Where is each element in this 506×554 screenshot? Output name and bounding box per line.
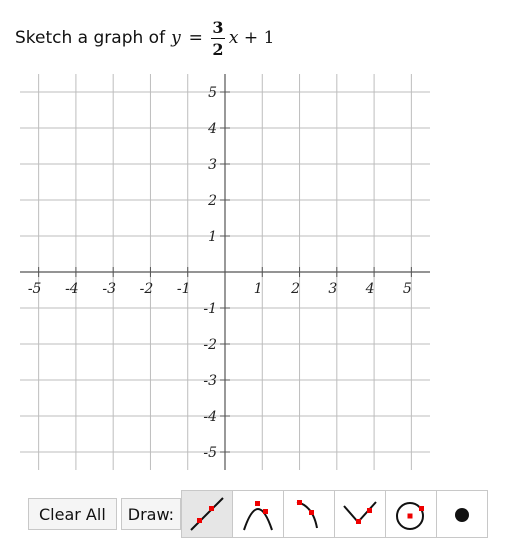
plus-sign: + xyxy=(243,28,259,48)
fraction-numerator: 3 xyxy=(212,17,224,37)
x-tick-label: -3 xyxy=(102,281,116,297)
y-tick-label: 1 xyxy=(208,229,217,245)
curve-tool-button[interactable] xyxy=(283,491,335,537)
curve-tool-icon xyxy=(296,500,319,529)
x-tick-label: -5 xyxy=(28,281,42,297)
equals-sign: = xyxy=(188,28,203,48)
y-tick-label: 2 xyxy=(207,193,217,209)
constant-term: 1 xyxy=(263,28,275,48)
x-tick-label: 2 xyxy=(290,281,300,297)
y-tick-label: 5 xyxy=(208,85,217,101)
y-tick-label: 4 xyxy=(207,121,217,137)
point-tool-button[interactable] xyxy=(436,491,488,537)
x-tick-label: -1 xyxy=(177,281,191,297)
draw-tools xyxy=(181,490,489,538)
x-tick-label: -2 xyxy=(140,281,154,297)
prompt-text: Sketch a graph of xyxy=(15,28,166,48)
x-tick-label: 4 xyxy=(365,281,375,297)
fraction: 3 2 xyxy=(210,17,225,59)
equation-rest: x + 1 xyxy=(229,28,274,48)
x-tick-label: 1 xyxy=(254,281,263,297)
circle-tool-button[interactable] xyxy=(385,491,437,537)
fraction-bar xyxy=(210,37,225,39)
axes xyxy=(20,74,430,470)
circle-tool-icon xyxy=(396,502,425,530)
parabola-tool-icon xyxy=(243,501,274,531)
absolute-value-tool-icon xyxy=(343,501,377,524)
y-tick-label: -4 xyxy=(203,409,217,425)
x-tick-label: 3 xyxy=(328,281,337,297)
x-variable: x xyxy=(228,28,239,48)
graph-toolbar: Clear All Draw: xyxy=(28,489,489,539)
problem-prompt: Sketch a graph of y = 3 2 x + 1 xyxy=(15,10,274,66)
y-variable: y xyxy=(171,28,181,48)
tick-labels: -5 -4 -3 -2 -1 1 2 3 4 5 5 4 3 2 1 -1 -2 -3 -4 -5 xyxy=(28,85,412,461)
graph-canvas[interactable]: -5 -4 -3 -2 -1 1 2 3 4 5 5 4 3 2 1 -1 -2 -3 -4 -5 xyxy=(0,60,506,485)
point-tool-icon xyxy=(455,508,470,522)
line-tool-icon xyxy=(190,497,224,531)
draw-label: Draw: xyxy=(120,498,182,530)
fraction-denominator: 2 xyxy=(212,39,224,59)
line-tool-button[interactable] xyxy=(182,491,233,537)
clear-all-button[interactable]: Clear All xyxy=(28,498,117,530)
x-tick-label: 5 xyxy=(403,281,412,297)
absolute-value-tool-button[interactable] xyxy=(334,491,386,537)
y-tick-label: 3 xyxy=(208,157,217,173)
y-tick-label: -5 xyxy=(203,445,217,461)
y-tick-label: -2 xyxy=(203,337,217,353)
parabola-tool-button[interactable] xyxy=(232,491,284,537)
y-tick-label: -1 xyxy=(203,301,217,317)
y-tick-label: -3 xyxy=(203,373,217,389)
x-tick-label: -4 xyxy=(65,281,79,297)
